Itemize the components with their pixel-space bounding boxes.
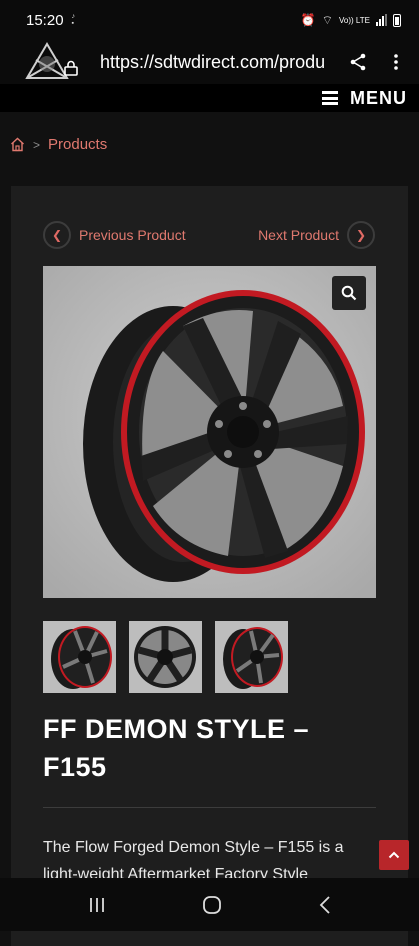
notification-icon: ♪ ▪ xyxy=(71,13,76,27)
wheel-image xyxy=(43,266,376,598)
share-icon[interactable] xyxy=(349,53,367,71)
thumbnail-wheel-3 xyxy=(215,621,288,693)
scroll-to-top-button[interactable] xyxy=(379,840,409,870)
alarm-icon: ⏰ xyxy=(300,13,316,27)
next-product-label: Next Product xyxy=(258,227,339,243)
recent-apps-icon[interactable] xyxy=(88,896,106,914)
wifi-icon: ⌔ xyxy=(321,12,334,27)
menu-button[interactable]: MENU xyxy=(350,88,407,109)
status-bar: 15:20 ♪ ▪ ⏰ ⌔ Vo)) LTE xyxy=(0,0,419,40)
product-main-image[interactable] xyxy=(43,266,376,598)
thumbnail-wheel-2 xyxy=(129,621,202,693)
site-logo[interactable] xyxy=(24,42,78,82)
chevron-left-icon: ❮ xyxy=(43,221,71,249)
back-icon[interactable] xyxy=(319,895,331,915)
previous-product-link[interactable]: ❮ Previous Product xyxy=(43,221,186,249)
lock-icon xyxy=(64,60,78,76)
breadcrumb: > Products xyxy=(10,136,107,153)
signal-icon xyxy=(376,14,387,26)
network-label: Vo)) LTE xyxy=(339,15,370,25)
android-navigation-bar xyxy=(0,878,419,931)
breadcrumb-separator: > xyxy=(33,137,41,152)
site-header: MENU xyxy=(0,84,419,112)
product-title: FF DEMON STYLE – F155 xyxy=(43,714,310,782)
chevron-right-icon: ❯ xyxy=(347,221,375,249)
status-time: 15:20 xyxy=(26,11,64,29)
url-field[interactable]: https://sdtwdirect.com/produ xyxy=(100,52,326,73)
thumbnail-1[interactable] xyxy=(43,621,116,693)
browser-url-bar: https://sdtwdirect.com/produ xyxy=(0,40,419,84)
product-navigation: ❮ Previous Product Next Product ❯ xyxy=(43,220,375,250)
hamburger-icon[interactable] xyxy=(322,91,338,105)
home-icon[interactable] xyxy=(10,137,25,152)
thumbnail-wheel-1 xyxy=(43,621,116,693)
thumbnail-3[interactable] xyxy=(215,621,288,693)
breadcrumb-products-link[interactable]: Products xyxy=(48,136,107,153)
home-button-icon[interactable] xyxy=(202,895,222,915)
previous-product-label: Previous Product xyxy=(79,227,186,243)
chevron-up-icon xyxy=(388,851,400,859)
thumbnail-2[interactable] xyxy=(129,621,202,693)
battery-icon xyxy=(393,13,401,27)
zoom-button[interactable] xyxy=(332,276,366,310)
title-divider xyxy=(43,807,376,808)
next-product-link[interactable]: Next Product ❯ xyxy=(258,221,375,249)
search-icon xyxy=(341,285,357,301)
thumbnail-strip xyxy=(43,621,288,693)
product-card: ❮ Previous Product Next Product ❯ FF DEM… xyxy=(11,186,408,946)
more-options-icon[interactable] xyxy=(393,53,399,71)
